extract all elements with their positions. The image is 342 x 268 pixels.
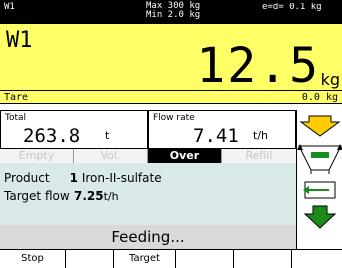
feeder-diagram — [297, 115, 342, 229]
min-capacity-label: Min 2.0 kg — [146, 10, 201, 20]
scale-id-label: W1 — [4, 2, 15, 12]
flow-rate-unit: t/h — [253, 129, 268, 142]
target-flow-label: Target flow — [4, 189, 70, 203]
product-name: Iron-II-sulfate — [81, 171, 162, 185]
status-refill: Refill — [222, 149, 296, 163]
product-label: Product — [4, 171, 50, 185]
product-number: 1 — [69, 171, 78, 185]
target-flow-unit: t/h — [103, 190, 119, 203]
flow-rate-label: Flow rate — [153, 113, 195, 123]
weighing-terminal-screen: W1 Max 300 kg Min 2.0 kg e=d= 0.1 kg W1 … — [0, 0, 342, 268]
discharge-arrow-icon — [303, 205, 337, 229]
status-over: Over — [148, 149, 222, 163]
tare-label: Tare — [4, 92, 29, 103]
softkey-6[interactable] — [292, 250, 342, 268]
softkey-4[interactable] — [176, 250, 234, 268]
tare-bar: Tare 0.0 kg — [0, 90, 342, 104]
process-graphic-panel — [296, 110, 342, 249]
softkey-2[interactable] — [66, 250, 114, 268]
softkey-stop[interactable]: Stop — [0, 250, 66, 268]
total-label: Total — [5, 113, 27, 123]
refill-arrow-icon — [299, 115, 341, 137]
softkey-target[interactable]: Target — [114, 250, 176, 268]
total-cell: Total 263.8 t — [0, 110, 148, 149]
tare-value: 0.0 kg — [301, 92, 338, 103]
target-flow-value: 7.25 — [74, 189, 104, 203]
softkey-bar: Stop Target — [0, 249, 342, 268]
total-unit: t — [105, 129, 110, 142]
status-empty: Empty — [0, 149, 74, 163]
scale-name: W1 — [6, 28, 33, 53]
feeding-status: Feeding... — [0, 225, 296, 249]
scale-info-bar: W1 Max 300 kg Min 2.0 kg e=d= 0.1 kg — [0, 0, 342, 22]
hopper-icon — [297, 144, 342, 174]
softkey-5[interactable] — [234, 250, 292, 268]
weight-value: 12.5 — [196, 38, 320, 94]
weight-unit: kg — [320, 70, 340, 89]
division-label: e=d= 0.1 kg — [262, 3, 322, 12]
status-indicators: Empty Vol. Over Refill — [0, 149, 296, 163]
flow-rate-value: 7.41 — [193, 125, 239, 147]
flow-rate-cell: Flow rate 7.41 t/h — [148, 110, 296, 149]
feeder-screw-icon — [303, 181, 336, 199]
status-vol: Vol. — [74, 149, 148, 163]
weight-display: W1 12.5 kg — [0, 22, 342, 90]
total-value: 263.8 — [23, 125, 81, 147]
product-info-panel: Product 1 Iron-II-sulfate Target flow 7.25… — [0, 163, 296, 225]
